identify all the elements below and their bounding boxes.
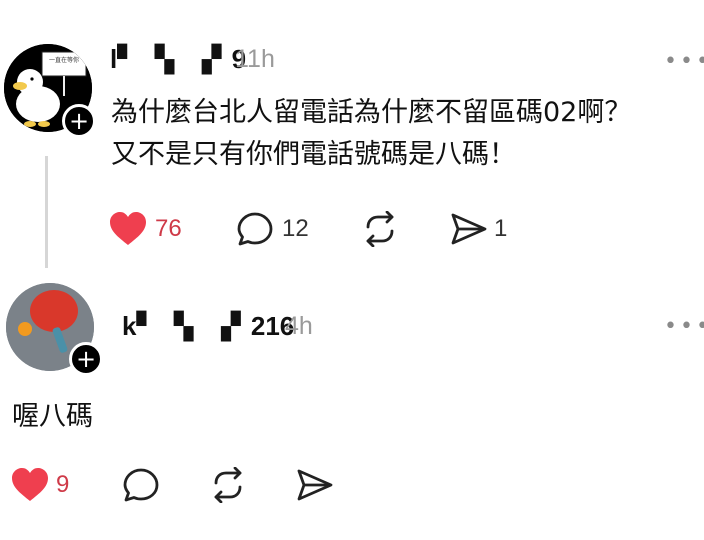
post-content-line-2: 又不是只有你們電話號碼是八碼！ — [111, 139, 516, 170]
share-button-2[interactable] — [296, 467, 340, 503]
comment-count-1: 12 — [282, 215, 309, 242]
plus-icon: + — [75, 345, 97, 373]
heart-icon — [110, 212, 146, 245]
like-count-2: 9 — [56, 471, 70, 498]
username-1[interactable]: l▘ ▝▖ ▗▘9 — [110, 44, 246, 75]
repost-button-1[interactable] — [360, 211, 404, 247]
repost-icon — [214, 467, 242, 503]
username-2[interactable]: k▘ ▝▖ ▗▘216 — [122, 311, 294, 342]
share-button-1[interactable]: 1 — [450, 211, 520, 247]
share-icon — [297, 469, 333, 501]
follow-button-2[interactable]: + — [69, 342, 103, 376]
more-icon[interactable]: ••• — [664, 314, 704, 339]
post-content-line-1: 為什麼台北人留電話為什麼不留區碼02啊？ — [111, 97, 632, 128]
follow-button-1[interactable]: + — [62, 104, 96, 138]
comment-button-1[interactable]: 12 — [236, 211, 316, 247]
post-content-2: 喔八碼 — [12, 401, 93, 432]
heart-icon — [12, 468, 48, 501]
timestamp-2: 4h — [285, 312, 313, 340]
share-count-1: 1 — [494, 215, 508, 242]
comment-button-2[interactable] — [122, 467, 166, 503]
post-content-1: 為什麼台北人留電話為什麼不留區碼02啊？ 又不是只有你們電話號碼是八碼！ — [111, 92, 631, 176]
more-icon[interactable]: ••• — [664, 49, 704, 74]
thread-line — [45, 156, 48, 268]
like-button-2[interactable]: 9 — [10, 467, 80, 503]
share-icon — [451, 213, 487, 245]
timestamp-1: 11h — [235, 45, 275, 73]
like-button-1[interactable]: 76 — [108, 211, 188, 247]
repost-button-2[interactable] — [208, 467, 252, 503]
repost-icon — [366, 211, 394, 247]
like-count-1: 76 — [155, 215, 182, 242]
comment-icon — [123, 468, 159, 502]
plus-icon: + — [68, 107, 90, 135]
avatar-sign-text: 一直在等你 — [48, 57, 79, 64]
comment-icon — [237, 212, 273, 246]
